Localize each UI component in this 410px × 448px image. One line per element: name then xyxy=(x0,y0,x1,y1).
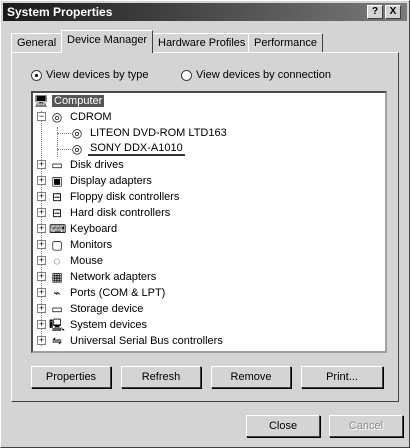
tree-item-cdrom[interactable]: − ◎ CDROM xyxy=(33,109,114,125)
collapse-icon[interactable]: − xyxy=(37,112,46,121)
mouse-icon: ◌ xyxy=(53,254,61,268)
tree-item-label: Computer xyxy=(52,95,105,107)
tree-item-mouse[interactable]: + ◌ Mouse xyxy=(33,253,105,269)
display-adapter-icon: ▣ xyxy=(51,174,63,188)
tree-item-label: Floppy disk controllers xyxy=(70,191,180,203)
tree-item-usb-controllers[interactable]: + ⇋ Universal Serial Bus controllers xyxy=(33,333,225,349)
storage-icon: ▭ xyxy=(51,302,63,316)
expand-icon[interactable]: + xyxy=(37,224,46,233)
tab-device-manager[interactable]: Device Manager xyxy=(61,30,154,53)
remove-button[interactable]: Remove xyxy=(211,366,291,388)
radio-label-by-connection: View devices by connection xyxy=(196,69,331,81)
title-bar[interactable]: System Properties ? X xyxy=(3,3,407,21)
tree-item-label: Hard disk controllers xyxy=(70,207,171,219)
tree-item-label: Storage device xyxy=(70,303,144,315)
cdrom-drive-icon: ◎ xyxy=(71,126,83,140)
properties-button[interactable]: Properties xyxy=(31,366,111,388)
device-tree[interactable]: 🖥 Computer − ◎ CDROM ◎ LITEON DVD-ROM LT… xyxy=(31,91,387,353)
tab-hardware-profiles[interactable]: Hardware Profiles xyxy=(152,33,252,52)
keyboard-icon: ⌨ xyxy=(49,222,67,236)
cancel-button[interactable]: Cancel xyxy=(329,415,403,437)
expand-icon[interactable]: + xyxy=(37,256,46,265)
tree-item-label: Mouse xyxy=(70,255,104,267)
tree-item-label: CDROM xyxy=(70,111,112,123)
controller-icon: ⊟ xyxy=(51,190,63,204)
expand-icon[interactable]: + xyxy=(37,320,46,329)
close-button[interactable]: Close xyxy=(246,415,320,437)
controller-icon: ⊟ xyxy=(51,206,63,220)
tree-item-sony-ddx[interactable]: ◎ SONY DDX-A1010 xyxy=(69,141,185,157)
radio-selected-indicator xyxy=(31,69,42,81)
tab-performance[interactable]: Performance xyxy=(248,33,323,52)
disk-drive-icon: ▭ xyxy=(51,158,63,172)
tree-item-storage-device[interactable]: + ▭ Storage device xyxy=(33,301,145,317)
print-button[interactable]: Print... xyxy=(301,366,383,388)
tree-item-keyboard[interactable]: + ⌨ Keyboard xyxy=(33,221,119,237)
network-adapter-icon: ▦ xyxy=(51,270,63,284)
tree-item-hard-disk-controllers[interactable]: + ⊟ Hard disk controllers xyxy=(33,205,172,221)
tree-item-disk-drives[interactable]: + ▭ Disk drives xyxy=(33,157,126,173)
radio-unselected-indicator xyxy=(181,69,192,81)
computer-icon: 🖥 xyxy=(33,94,49,108)
tree-item-label: Disk drives xyxy=(70,159,124,171)
tree-item-label: Display adapters xyxy=(70,175,152,187)
tree-item-label: LITEON DVD-ROM LTD163 xyxy=(90,127,227,139)
radio-label-by-type: View devices by type xyxy=(46,69,149,81)
tree-item-floppy-controllers[interactable]: + ⊟ Floppy disk controllers xyxy=(33,189,181,205)
port-icon: ⌁ xyxy=(53,286,61,300)
tree-item-liteon-dvd[interactable]: ◎ LITEON DVD-ROM LTD163 xyxy=(69,125,229,141)
tab-general[interactable]: General xyxy=(11,33,63,52)
expand-icon[interactable]: + xyxy=(37,160,46,169)
expand-icon[interactable]: + xyxy=(37,208,46,217)
tree-item-ports[interactable]: + ⌁ Ports (COM & LPT) xyxy=(33,285,167,301)
tree-item-label: Keyboard xyxy=(70,223,118,235)
tree-item-label: Ports (COM & LPT) xyxy=(70,287,166,299)
cdrom-drive-icon: ◎ xyxy=(71,142,83,156)
tree-item-label: Universal Serial Bus controllers xyxy=(70,335,223,347)
system-device-icon: 🖳 xyxy=(49,318,66,332)
tree-item-label: Monitors xyxy=(70,239,113,251)
expand-icon[interactable]: + xyxy=(37,240,46,249)
radio-view-by-connection[interactable]: View devices by connection xyxy=(181,69,331,81)
cdrom-icon: ◎ xyxy=(51,110,63,124)
window-title: System Properties xyxy=(7,5,113,19)
tree-item-label: Network adapters xyxy=(70,271,157,283)
tree-item-network-adapters[interactable]: + ▦ Network adapters xyxy=(33,269,158,285)
usb-icon: ⇋ xyxy=(51,334,63,348)
close-window-button[interactable]: X xyxy=(385,5,401,19)
expand-icon[interactable]: + xyxy=(37,192,46,201)
tree-item-label: SONY DDX-A1010 xyxy=(88,142,185,156)
expand-icon[interactable]: + xyxy=(37,288,46,297)
tree-item-label: System devices xyxy=(70,319,148,331)
expand-icon[interactable]: + xyxy=(37,336,46,345)
radio-view-by-type[interactable]: View devices by type xyxy=(31,69,149,81)
system-properties-window: System Properties ? X General Device Man… xyxy=(0,0,410,448)
expand-icon[interactable]: + xyxy=(37,304,46,313)
tree-item-system-devices[interactable]: + 🖳 System devices xyxy=(33,317,149,333)
help-button[interactable]: ? xyxy=(367,5,383,19)
expand-icon[interactable]: + xyxy=(37,176,46,185)
refresh-button[interactable]: Refresh xyxy=(121,366,201,388)
tree-item-display-adapters[interactable]: + ▣ Display adapters xyxy=(33,173,154,189)
expand-icon[interactable]: + xyxy=(37,272,46,281)
tree-item-monitors[interactable]: + ▢ Monitors xyxy=(33,237,114,253)
monitor-icon: ▢ xyxy=(51,238,63,252)
tree-item-computer[interactable]: 🖥 Computer xyxy=(33,93,105,109)
